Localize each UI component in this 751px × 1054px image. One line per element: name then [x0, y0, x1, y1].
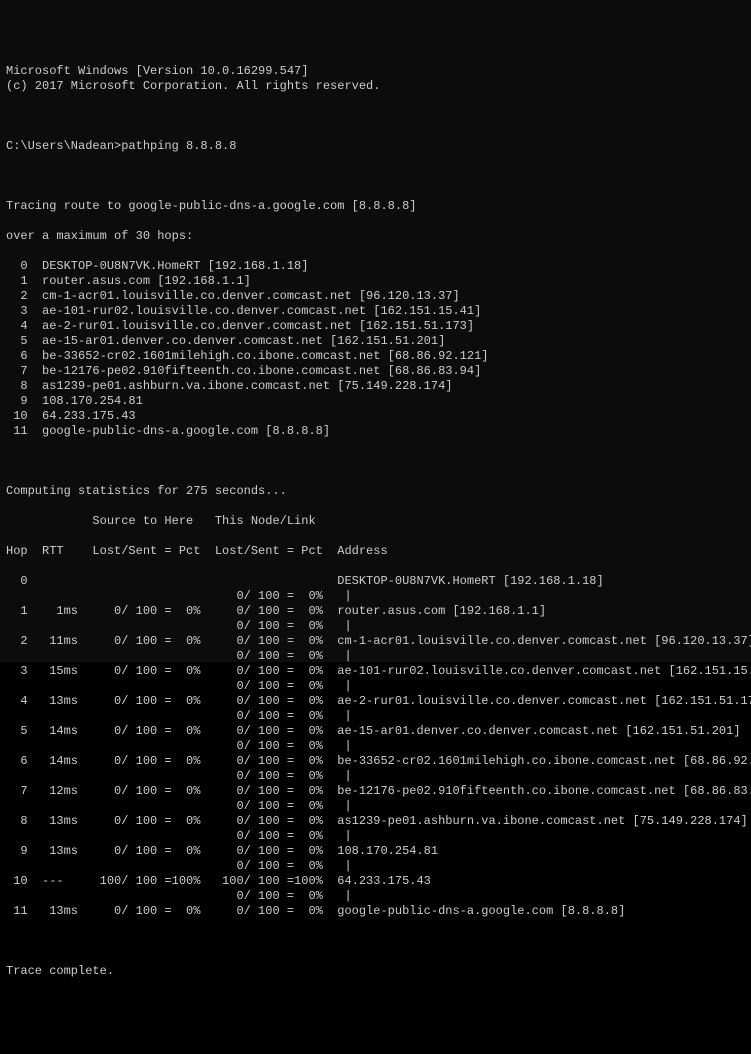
os-banner: Microsoft Windows [Version 10.0.16299.54…	[6, 64, 745, 94]
hops-list: 0 DESKTOP-0U8N7VK.HomeRT [192.168.1.18] …	[6, 259, 745, 439]
hop-3: 3 ae-101-rur02.louisville.co.denver.comc…	[6, 304, 745, 319]
stat-row-6: 3 15ms 0/ 100 = 0% 0/ 100 = 0% ae-101-ru…	[6, 664, 745, 679]
hop-9: 9 108.170.254.81	[6, 394, 745, 409]
stat-row-14: 7 12ms 0/ 100 = 0% 0/ 100 = 0% be-12176-…	[6, 784, 745, 799]
command-prompt[interactable]: C:\Users\Nadean>pathping 8.8.8.8	[6, 139, 745, 154]
stats-header-cols: Hop RTT Lost/Sent = Pct Lost/Sent = Pct …	[6, 544, 745, 559]
stat-row-12: 6 14ms 0/ 100 = 0% 0/ 100 = 0% be-33652-…	[6, 754, 745, 769]
stat-row-9: 0/ 100 = 0% |	[6, 709, 745, 724]
hop-5: 5 ae-15-ar01.denver.co.denver.comcast.ne…	[6, 334, 745, 349]
hop-4: 4 ae-2-rur01.louisville.co.denver.comcas…	[6, 319, 745, 334]
stat-row-17: 0/ 100 = 0% |	[6, 829, 745, 844]
stat-row-22: 11 13ms 0/ 100 = 0% 0/ 100 = 0% google-p…	[6, 904, 745, 919]
stats-header-src: Source to Here This Node/Link	[6, 514, 745, 529]
stat-row-0: 0 DESKTOP-0U8N7VK.HomeRT [192.168.1.18]	[6, 574, 745, 589]
stat-row-10: 5 14ms 0/ 100 = 0% 0/ 100 = 0% ae-15-ar0…	[6, 724, 745, 739]
stats-title: Computing statistics for 275 seconds...	[6, 484, 745, 499]
stat-row-20: 10 --- 100/ 100 =100% 100/ 100 =100% 64.…	[6, 874, 745, 889]
stat-row-3: 0/ 100 = 0% |	[6, 619, 745, 634]
stat-row-15: 0/ 100 = 0% |	[6, 799, 745, 814]
stat-row-1: 0/ 100 = 0% |	[6, 589, 745, 604]
stat-row-13: 0/ 100 = 0% |	[6, 769, 745, 784]
stat-row-4: 2 11ms 0/ 100 = 0% 0/ 100 = 0% cm-1-acr0…	[6, 634, 745, 649]
trace-title: Tracing route to google-public-dns-a.goo…	[6, 199, 745, 214]
hop-0: 0 DESKTOP-0U8N7VK.HomeRT [192.168.1.18]	[6, 259, 745, 274]
hop-7: 7 be-12176-pe02.910fifteenth.co.ibone.co…	[6, 364, 745, 379]
stats-rows: 0 DESKTOP-0U8N7VK.HomeRT [192.168.1.18] …	[6, 574, 745, 919]
stat-row-2: 1 1ms 0/ 100 = 0% 0/ 100 = 0% router.asu…	[6, 604, 745, 619]
hop-2: 2 cm-1-acr01.louisville.co.denver.comcas…	[6, 289, 745, 304]
stat-row-16: 8 13ms 0/ 100 = 0% 0/ 100 = 0% as1239-pe…	[6, 814, 745, 829]
stat-row-7: 0/ 100 = 0% |	[6, 679, 745, 694]
hop-6: 6 be-33652-cr02.1601milehigh.co.ibone.co…	[6, 349, 745, 364]
stat-row-19: 0/ 100 = 0% |	[6, 859, 745, 874]
stat-row-18: 9 13ms 0/ 100 = 0% 0/ 100 = 0% 108.170.2…	[6, 844, 745, 859]
trace-complete: Trace complete.	[6, 964, 745, 979]
hops-max-line: over a maximum of 30 hops:	[6, 229, 745, 244]
hop-11: 11 google-public-dns-a.google.com [8.8.8…	[6, 424, 745, 439]
hop-1: 1 router.asus.com [192.168.1.1]	[6, 274, 745, 289]
stat-row-11: 0/ 100 = 0% |	[6, 739, 745, 754]
hop-8: 8 as1239-pe01.ashburn.va.ibone.comcast.n…	[6, 379, 745, 394]
hop-10: 10 64.233.175.43	[6, 409, 745, 424]
stat-row-8: 4 13ms 0/ 100 = 0% 0/ 100 = 0% ae-2-rur0…	[6, 694, 745, 709]
stat-row-21: 0/ 100 = 0% |	[6, 889, 745, 904]
